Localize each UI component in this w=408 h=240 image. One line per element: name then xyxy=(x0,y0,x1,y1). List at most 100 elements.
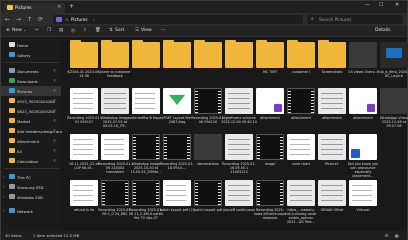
view-button[interactable]: View xyxy=(141,28,152,33)
content-line xyxy=(104,93,126,94)
content-line xyxy=(135,103,155,104)
sidebar-item-add-headers-design-and-ellipse[interactable]: Add headers/design and ellipse ⚲ xyxy=(1,126,77,136)
sidebar-item-gallery[interactable]: Gallery xyxy=(1,50,61,60)
sidebar-item-0823-30250205280[interactable]: 0823_30250205280 ⚲ xyxy=(1,106,61,116)
breadcrumb-separator: > xyxy=(65,17,69,22)
close-button[interactable]: ✕ xyxy=(395,2,399,8)
file-item[interactable]: Virtuoel xyxy=(345,180,381,228)
sidebar-item-label: Downloads xyxy=(17,79,38,84)
folder-icon xyxy=(9,138,15,143)
file-thumbnail xyxy=(287,88,315,114)
content-line xyxy=(166,195,186,196)
folder-icon xyxy=(132,40,160,68)
breadcrumb[interactable]: > Pictures › xyxy=(53,15,303,24)
drive-icon xyxy=(9,184,15,189)
file-item[interactable]: Hub_a_dhro_2024_RBC_Layout xyxy=(376,42,408,90)
pin-icon: ⚲ xyxy=(53,148,56,153)
chevron-right-icon[interactable]: › xyxy=(3,184,5,189)
file-thumbnail xyxy=(101,180,129,206)
content-line xyxy=(290,154,310,155)
up-button[interactable]: ↑ xyxy=(27,16,32,23)
sidebar-item-this-pc[interactable]: › This PC xyxy=(1,172,61,182)
sidebar-item-label: Market xyxy=(17,119,31,124)
network-icon xyxy=(9,208,15,213)
delete-icon[interactable]: 🗑 xyxy=(95,28,101,33)
sidebar-item-label: Pictures xyxy=(17,89,33,94)
breadcrumb-chevron-icon[interactable]: › xyxy=(93,17,95,22)
address-bar: ← → ↑ ⟳ > Pictures › ⌕ Search Pictures xyxy=(1,13,407,26)
file-thumbnail xyxy=(194,134,222,160)
content-line xyxy=(352,195,372,196)
sidebar-item-calculation[interactable]: Calculation ⚲ xyxy=(1,156,61,166)
sidebar-item-network[interactable]: › Network xyxy=(1,206,61,216)
file-thumbnail xyxy=(163,134,191,160)
share-icon[interactable]: ⇪ xyxy=(83,28,87,33)
sidebar-item-attachment[interactable]: Attachment ⚲ xyxy=(1,136,61,146)
file-thumbnail xyxy=(163,88,191,114)
content-line xyxy=(73,98,93,99)
sort-button[interactable]: Sort xyxy=(115,28,124,33)
sidebar-item-label: Home xyxy=(17,43,29,48)
file-thumbnail xyxy=(101,134,129,160)
file-grid: KZ104-31 2023-09-14-36 Share to customer … xyxy=(62,38,408,231)
sidebar-item-0923-30250205280[interactable]: 0923_30250205280 ⚲ xyxy=(1,96,61,106)
maximize-button[interactable]: ☐ xyxy=(379,2,383,8)
search-placeholder: Search Pictures xyxy=(319,17,352,22)
back-button[interactable]: ← xyxy=(5,16,10,23)
pictures-icon xyxy=(56,17,62,22)
sidebar-item-home[interactable]: Home xyxy=(1,40,61,50)
new-chevron-icon[interactable]: ⌄ xyxy=(23,28,27,33)
sidebar-item-label: 0923_30250205280 xyxy=(17,99,56,104)
file-thumbnail xyxy=(132,180,160,206)
content-line xyxy=(166,190,186,191)
paste-icon[interactable]: ▤ xyxy=(59,28,63,33)
forward-button[interactable]: → xyxy=(16,16,21,23)
content-line xyxy=(104,98,126,99)
sidebar-item-downloads[interactable]: Downloads ⚲ xyxy=(1,76,61,86)
search-input[interactable]: ⌕ Search Pictures xyxy=(307,15,403,24)
chevron-right-icon[interactable]: › xyxy=(3,194,5,199)
sidebar-item-pictures[interactable]: Pictures ⚲ xyxy=(1,86,61,96)
content-line xyxy=(73,108,93,109)
sidebar-item-label: This PC xyxy=(17,175,31,180)
tab-close-icon[interactable]: × xyxy=(57,4,61,10)
chevron-right-icon[interactable]: › xyxy=(3,174,5,179)
file-thumbnail xyxy=(287,134,315,160)
sidebar-item-all[interactable]: All ⚲ xyxy=(1,146,61,156)
file-item[interactable]: Did you know you can pronounce especiall… xyxy=(345,134,381,182)
file-thumbnail xyxy=(349,42,377,68)
content-line xyxy=(104,154,124,155)
sidebar-item-samsung-ssd[interactable]: › Samsung SSD xyxy=(1,182,61,192)
cut-icon[interactable]: ✂ xyxy=(35,28,39,33)
sidebar-item-label: Windows SSD xyxy=(17,195,43,200)
file-item[interactable]: WhatsApp Video 2025-11-06 at 09.07.08 xyxy=(376,88,408,136)
pictures-icon xyxy=(9,88,15,93)
more-button[interactable]: ··· xyxy=(161,28,165,33)
content-line xyxy=(321,195,343,196)
file-thumbnail xyxy=(163,180,191,206)
new-button[interactable]: New xyxy=(12,28,22,33)
sidebar-item-documents[interactable]: Documents ⚲ xyxy=(1,66,61,76)
copy-icon[interactable]: ❐ xyxy=(47,28,51,33)
folder-icon xyxy=(225,40,253,68)
command-bar: ⊕ New ⌄ ✂ ❐ ▤ Ⓐ ⇪ 🗑 ⇅ Sort ☰ View ··· De… xyxy=(1,26,407,37)
large-icons-view-icon[interactable]: ▦ xyxy=(395,233,399,238)
sidebar-item-market[interactable]: Market ⚲ xyxy=(1,116,61,126)
file-thumbnail xyxy=(380,88,408,114)
content-line xyxy=(73,139,93,140)
breadcrumb-current[interactable]: Pictures xyxy=(71,17,88,22)
details-view-icon[interactable]: ☰ xyxy=(385,233,388,238)
new-tab-button[interactable]: + xyxy=(69,3,74,10)
sidebar-item-label: Network xyxy=(17,209,33,214)
details-button[interactable]: Details xyxy=(375,28,391,33)
rename-icon[interactable]: Ⓐ xyxy=(71,28,76,34)
minimize-button[interactable]: — xyxy=(365,2,370,8)
refresh-button[interactable]: ⟳ xyxy=(38,16,43,23)
sort-icon: ⇅ xyxy=(109,28,113,33)
folder-icon xyxy=(9,108,15,113)
sidebar-item-windows-ssd[interactable]: › Windows SSD xyxy=(1,192,61,202)
pin-icon: ⚲ xyxy=(53,128,56,133)
tab-pictures[interactable]: Pictures × xyxy=(3,3,65,13)
chevron-right-icon[interactable]: › xyxy=(3,208,5,213)
search-icon: ⌕ xyxy=(311,16,314,22)
